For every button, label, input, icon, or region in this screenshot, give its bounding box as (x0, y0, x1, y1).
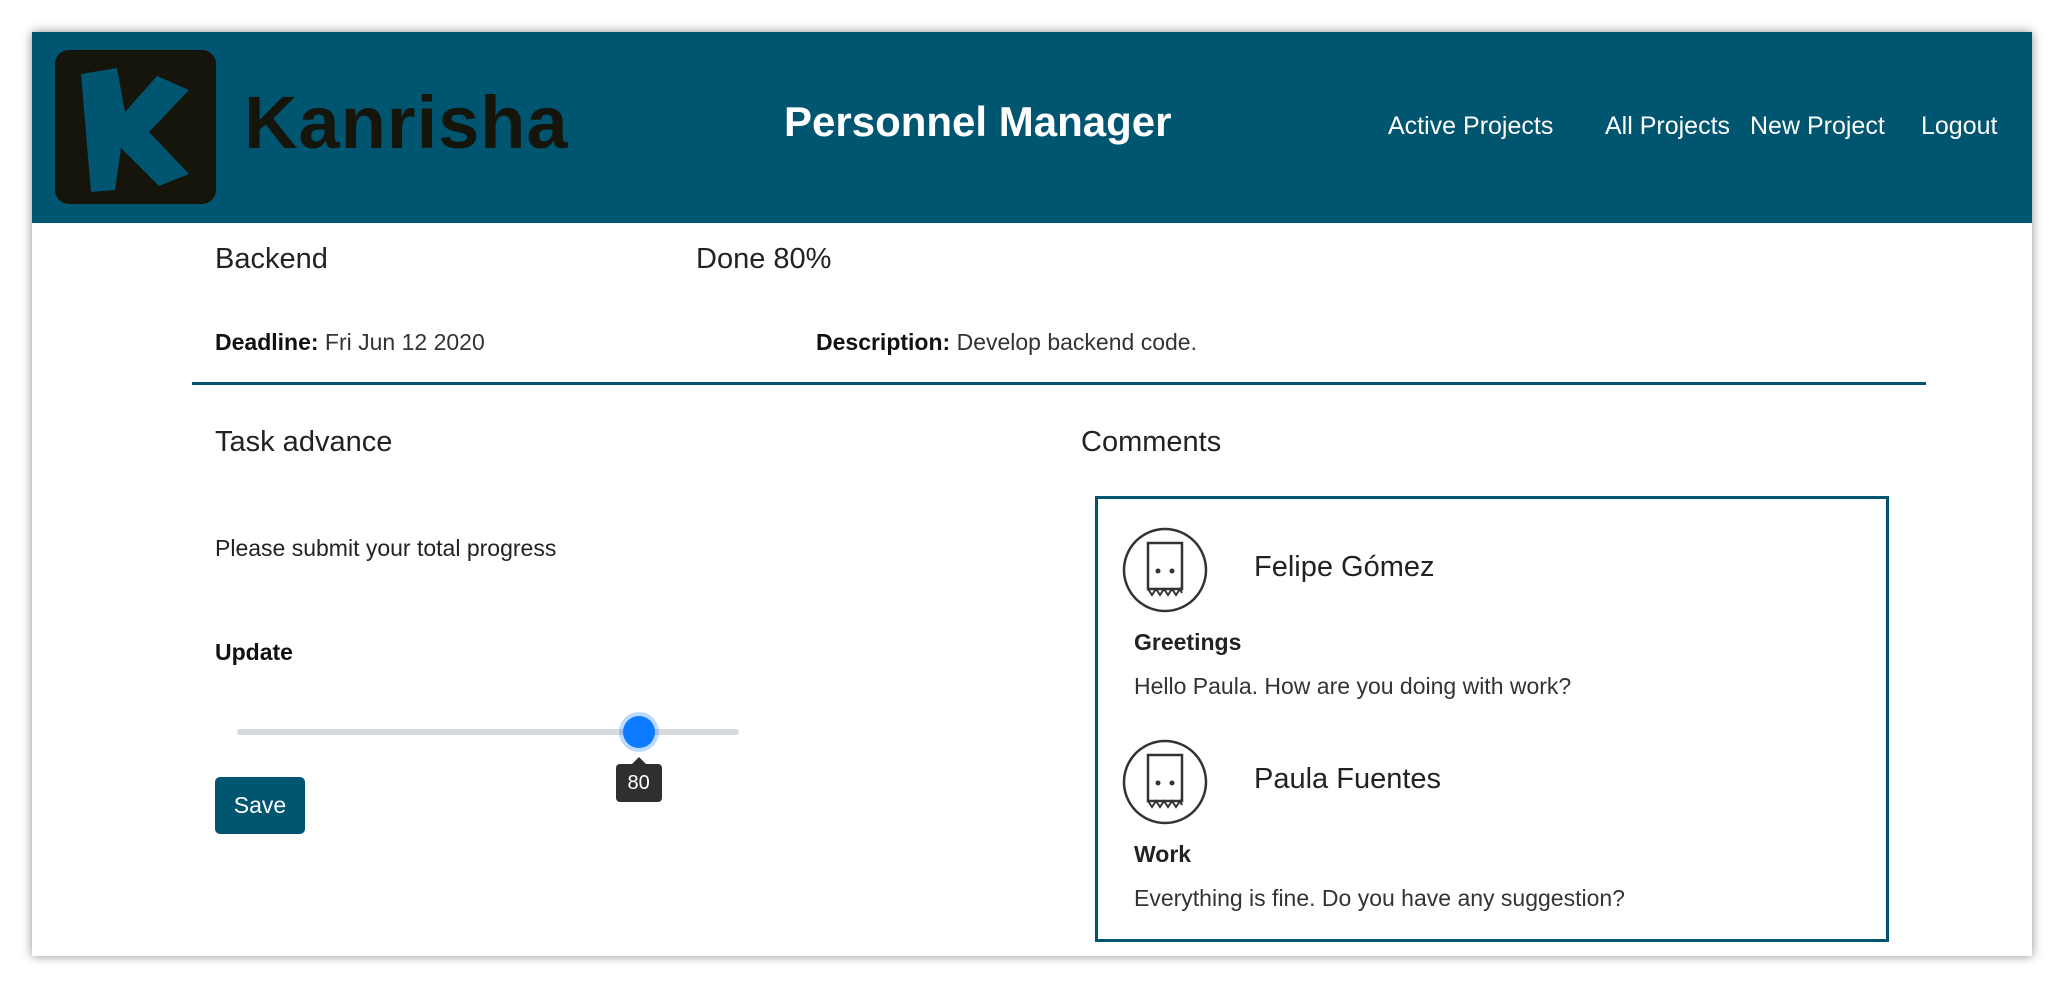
deadline-value: Fri Jun 12 2020 (324, 329, 485, 355)
k-logo-icon[interactable] (55, 50, 216, 204)
slider-thumb[interactable] (622, 716, 655, 748)
section-divider (192, 382, 1926, 385)
task-progress-label: Done 80% (696, 243, 832, 275)
comment-body: Hello Paula. How are you doing with work… (1134, 673, 1572, 699)
paper-bag-avatar-icon (1122, 527, 1208, 613)
comment-author: Felipe Gómez (1254, 551, 1435, 583)
paper-bag-avatar-icon (1122, 739, 1208, 825)
brand-name: Kanrisha (244, 81, 569, 164)
app-window: Kanrisha Personnel Manager Active Projec… (32, 32, 2032, 956)
nav-all-projects[interactable]: All Projects (1605, 112, 1730, 141)
update-label: Update (215, 639, 293, 665)
task-description: Description: Develop backend code. (816, 329, 1197, 356)
nav-logout[interactable]: Logout (1921, 112, 1997, 141)
description-label: Description: (816, 329, 951, 355)
nav-active-projects[interactable]: Active Projects (1388, 112, 1553, 141)
comments-panel: Felipe Gómez Greetings Hello Paula. How … (1095, 496, 1889, 942)
task-advance-title: Task advance (215, 426, 393, 458)
task-deadline: Deadline: Fri Jun 12 2020 (215, 329, 485, 356)
progress-prompt: Please submit your total progress (215, 535, 557, 561)
comment-body: Everything is fine. Do you have any sugg… (1134, 885, 1625, 911)
page-title: Personnel Manager (784, 98, 1172, 145)
slider-value-tooltip: 80 (615, 757, 662, 802)
slider-track[interactable] (237, 729, 739, 735)
top-header: Kanrisha Personnel Manager Active Projec… (32, 32, 2032, 223)
deadline-label: Deadline: (215, 329, 319, 355)
save-button[interactable]: Save (215, 777, 305, 834)
comments-title: Comments (1081, 426, 1222, 458)
nav-new-project[interactable]: New Project (1750, 112, 1885, 141)
comment-subject: Greetings (1134, 629, 1242, 655)
comment-author: Paula Fuentes (1254, 763, 1442, 795)
progress-slider[interactable]: 80 (237, 712, 739, 802)
task-name: Backend (215, 243, 328, 275)
description-value: Develop backend code. (956, 329, 1197, 355)
comment-subject: Work (1134, 841, 1192, 867)
